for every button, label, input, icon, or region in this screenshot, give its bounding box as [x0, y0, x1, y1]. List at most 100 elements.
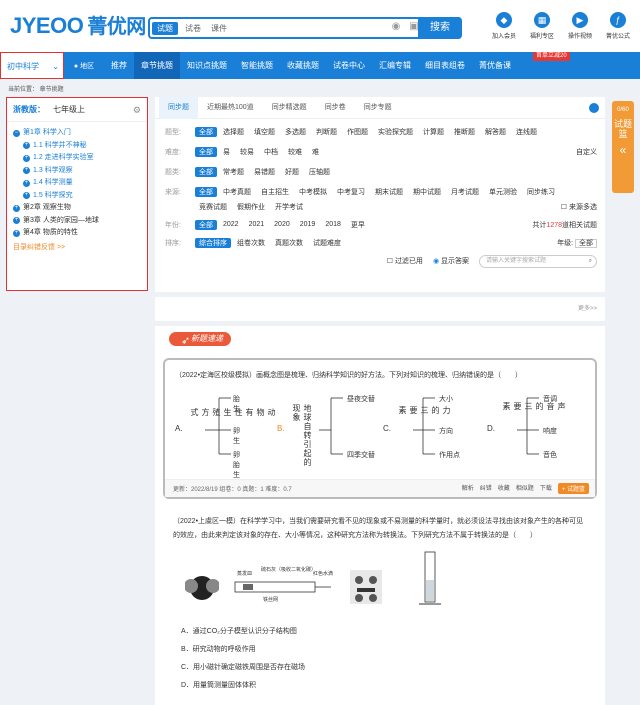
category-option[interactable]: 全部: [195, 166, 217, 177]
expand-icon[interactable]: +: [13, 217, 20, 225]
catalog-feedback-link[interactable]: 目录纠错反馈 >>: [13, 242, 141, 255]
chapter-2[interactable]: + 第2章 观察生物: [13, 202, 141, 215]
question-card[interactable]: （2022•定海区校级模拟）画概念图是梳理、归纳科学知识的好方法。下列对知识的梳…: [163, 358, 597, 499]
category-option[interactable]: 常考题: [219, 167, 248, 177]
option-a[interactable]: A．通过CO₂分子模型认识分子结构图: [181, 626, 297, 636]
source-option[interactable]: 开学考试: [271, 202, 307, 212]
difficulty-option[interactable]: 较难: [284, 147, 306, 157]
clock-icon[interactable]: [589, 103, 599, 113]
add-to-basket-button[interactable]: + 试题篮: [557, 483, 589, 494]
nav-compilation[interactable]: 汇编专辑: [372, 52, 418, 79]
source-multi-checkbox[interactable]: ☐ 来源多选: [561, 202, 597, 212]
nav-paper-center[interactable]: 试卷中心: [326, 52, 372, 79]
section-item[interactable]: +1.2 走进科学实验室: [13, 152, 141, 165]
expand-icon[interactable]: +: [23, 142, 30, 150]
type-option[interactable]: 计算题: [419, 127, 448, 137]
chapter-1[interactable]: − 第1章 科学入门: [13, 127, 141, 140]
sort-option[interactable]: 真题次数: [271, 238, 307, 248]
difficulty-option[interactable]: 较易: [236, 147, 258, 157]
chapter-4[interactable]: + 第4章 物质的特性: [13, 227, 141, 240]
tab-sync[interactable]: 同步题: [159, 96, 198, 119]
collapse-icon[interactable]: −: [13, 129, 20, 137]
year-option[interactable]: 2021: [245, 221, 269, 228]
sort-option[interactable]: 综合排序: [195, 237, 231, 248]
category-option[interactable]: 好题: [281, 167, 303, 177]
nav-prep[interactable]: 菁优备课: [472, 52, 518, 79]
tab-topic[interactable]: 同步专题: [355, 97, 401, 119]
chapter-3[interactable]: + 第3章 人类的家园—地球: [13, 215, 141, 228]
expand-icon[interactable]: +: [23, 154, 30, 162]
year-option[interactable]: 2020: [270, 221, 294, 228]
year-option[interactable]: 2018: [321, 221, 345, 228]
type-option[interactable]: 全部: [195, 126, 217, 137]
nav-smart[interactable]: 智能挑题: [234, 52, 280, 79]
type-option[interactable]: 填空题: [250, 127, 279, 137]
year-option[interactable]: 全部: [195, 219, 217, 230]
video-link[interactable]: ▶ 操作视频: [566, 12, 594, 40]
camera-icon[interactable]: ◉: [388, 21, 404, 35]
year-option[interactable]: 更早: [347, 220, 369, 230]
source-option[interactable]: 期末试题: [371, 187, 407, 197]
grade-select[interactable]: 年级: 全部: [557, 238, 597, 248]
analysis-button[interactable]: 解析: [462, 483, 474, 494]
difficulty-option[interactable]: 中档: [260, 147, 282, 157]
filter-used-checkbox[interactable]: ☐ 过滤已用: [387, 256, 423, 266]
expand-icon[interactable]: +: [23, 167, 30, 175]
category-option[interactable]: 压轴题: [305, 167, 334, 177]
source-option[interactable]: 期中试题: [409, 187, 445, 197]
nav-chapter[interactable]: 章节挑题: [134, 52, 180, 79]
type-option[interactable]: 推断题: [450, 127, 479, 137]
section-item[interactable]: +1.5 科学探究: [13, 190, 141, 203]
sort-option[interactable]: 组卷次数: [233, 238, 269, 248]
source-option[interactable]: 中考真题: [219, 187, 255, 197]
expand-icon[interactable]: +: [23, 179, 30, 187]
source-option[interactable]: 自主招生: [257, 187, 293, 197]
source-option[interactable]: 中考复习: [333, 187, 369, 197]
grade-label[interactable]: 七年级上: [53, 104, 85, 115]
nav-recommend[interactable]: 推荐: [104, 52, 134, 79]
source-option[interactable]: 竞赛试题: [195, 202, 231, 212]
nav-knowledge[interactable]: 知识点挑题: [180, 52, 234, 79]
type-option[interactable]: 判断题: [312, 127, 341, 137]
category-option[interactable]: 易错题: [250, 167, 279, 177]
more-link[interactable]: 更多>>: [578, 303, 597, 312]
question-basket-panel[interactable]: 0/60 试题篮 «: [612, 101, 634, 193]
type-option[interactable]: 选择题: [219, 127, 248, 137]
source-option[interactable]: 同步练习: [523, 187, 559, 197]
type-option[interactable]: 解答题: [481, 127, 510, 137]
difficulty-option[interactable]: 难: [308, 147, 323, 157]
logo[interactable]: JYEOO 菁优网: [10, 10, 146, 39]
gear-icon[interactable]: ⚙: [133, 105, 141, 116]
search-icon[interactable]: ⌕: [589, 256, 592, 267]
search-button[interactable]: 搜索: [418, 17, 462, 39]
option-c[interactable]: C．用小磁针确定磁铁周围是否存在磁场: [181, 662, 305, 672]
question-card[interactable]: （2022•上虞区一模）在科学学习中，当我们需要研究看不见的现象或不易测量的科学…: [163, 506, 597, 705]
tab-sync-paper[interactable]: 同步卷: [316, 97, 355, 119]
type-option[interactable]: 多选题: [281, 127, 310, 137]
difficulty-option[interactable]: 易: [219, 147, 234, 157]
custom-difficulty-link[interactable]: 自定义: [576, 147, 597, 157]
favorite-button[interactable]: 收藏: [498, 483, 510, 494]
expand-icon[interactable]: +: [13, 229, 20, 237]
nav-spec-table[interactable]: 细目表组卷: [418, 52, 472, 79]
source-option[interactable]: 中考模拟: [295, 187, 331, 197]
search-tab-courseware[interactable]: 课件: [206, 22, 232, 35]
tab-hot100[interactable]: 近期最热100道: [198, 97, 263, 119]
expand-icon[interactable]: +: [13, 204, 20, 212]
year-option[interactable]: 2019: [296, 221, 320, 228]
type-option[interactable]: 连线题: [512, 127, 541, 137]
welfare-link[interactable]: ▦ 福利专区: [528, 12, 556, 40]
collapse-icon[interactable]: «: [612, 143, 634, 157]
section-item[interactable]: +1.4 科学测量: [13, 177, 141, 190]
nav-favorite[interactable]: 收藏挑题: [280, 52, 326, 79]
source-option[interactable]: 单元测验: [485, 187, 521, 197]
option-d[interactable]: D．用量筒测量固体体积: [181, 680, 256, 690]
source-option[interactable]: 假期作业: [233, 202, 269, 212]
option-b[interactable]: B．研究动物的呼吸作用: [181, 644, 256, 654]
similar-button[interactable]: 相似题: [516, 483, 534, 494]
search-tab-questions[interactable]: 试题: [152, 22, 178, 35]
source-option[interactable]: 全部: [195, 186, 217, 197]
type-option[interactable]: 作图题: [343, 127, 372, 137]
formula-link[interactable]: ƒ 菁优公式: [604, 12, 632, 40]
source-option[interactable]: 月考试题: [447, 187, 483, 197]
